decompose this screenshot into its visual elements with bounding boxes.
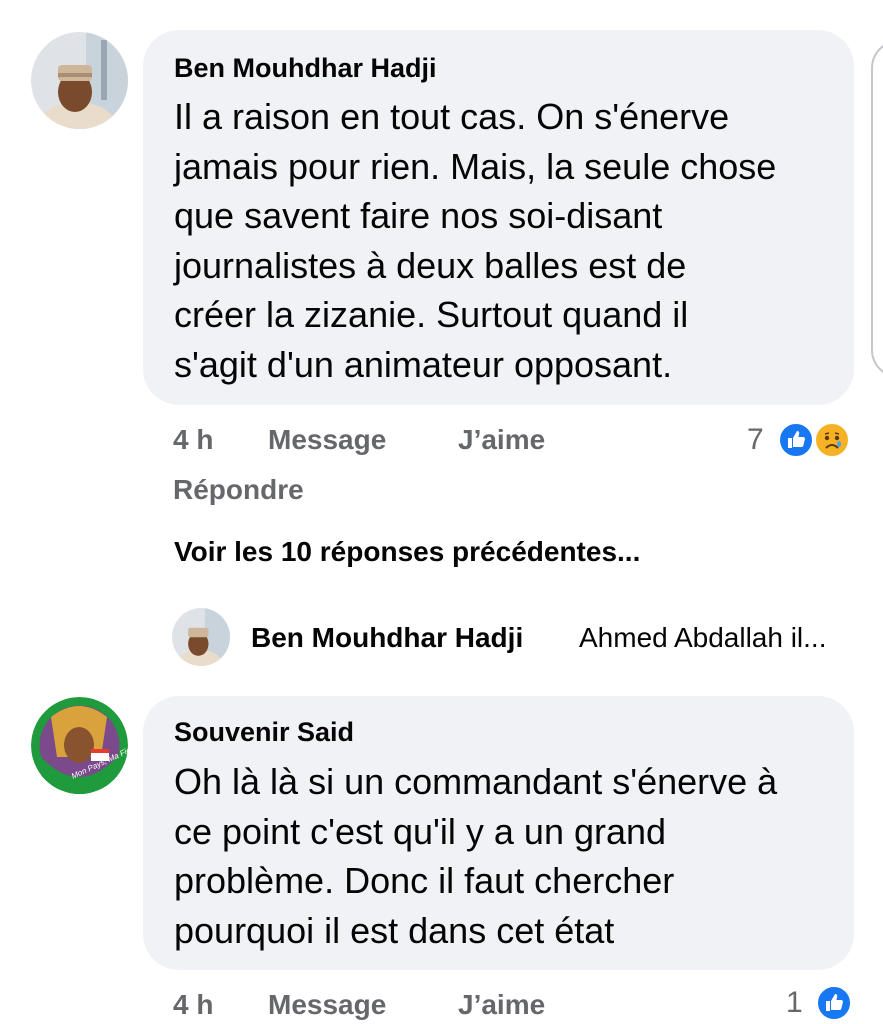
comment-line: s'agit d'un animateur opposant.	[174, 343, 673, 385]
comment-line: Il a raison en tout cas. On s'énerve	[174, 96, 730, 137]
view-previous-replies-link[interactable]: Voir les 10 réponses précédentes...	[174, 536, 640, 568]
message-button[interactable]: Message	[268, 989, 386, 1021]
comment-line: Oh là là si un commandant s'énerve à	[174, 761, 778, 802]
reaction-count: 7	[747, 423, 764, 456]
like-button[interactable]: J’aime	[458, 424, 545, 456]
sad-icon	[813, 421, 851, 459]
comment-author[interactable]: Souvenir Said	[174, 717, 354, 748]
avatar[interactable]	[31, 32, 128, 129]
comment-author[interactable]: Ben Mouhdhar Hadji	[174, 53, 437, 84]
comment-timestamp[interactable]: 4 h	[173, 424, 213, 456]
comment-timestamp[interactable]: 4 h	[173, 989, 213, 1021]
reply-snippet: Ahmed Abdallah il...	[579, 622, 827, 653]
reply-avatar[interactable]	[172, 608, 230, 666]
like-icon	[815, 984, 853, 1022]
adjacent-comment-edge	[871, 40, 883, 378]
like-button[interactable]: J’aime	[458, 989, 545, 1021]
avatar-photo	[31, 32, 128, 129]
avatar[interactable]: Mon Pays, Ma Fierté	[31, 697, 128, 794]
message-button[interactable]: Message	[268, 424, 386, 456]
comment-line: ce point c'est qu'il y a un grand	[174, 810, 667, 852]
comment-text: Oh là là si un commandant s'énerve à ce …	[174, 757, 844, 955]
reply-button[interactable]: Répondre	[173, 474, 304, 506]
avatar-photo	[172, 608, 230, 666]
avatar-photo: Mon Pays, Ma Fierté	[31, 697, 128, 794]
comment-line: problème. Donc il faut chercher	[174, 860, 675, 901]
comment-line: journalistes à deux balles est de	[174, 244, 687, 286]
reply-author: Ben Mouhdhar Hadji	[251, 622, 524, 653]
comment-line: jamais pour rien. Mais, la seule chose	[174, 145, 777, 187]
comment-line: créer la zizanie. Surtout quand il	[174, 294, 689, 335]
comment-line: pourquoi il est dans cet état	[174, 909, 615, 951]
reaction-count: 1	[786, 986, 803, 1019]
comment-line: que savent faire nos soi-disant	[174, 195, 663, 236]
like-icon	[777, 421, 815, 459]
comment-text: Il a raison en tout cas. On s'énerve jam…	[174, 92, 844, 389]
